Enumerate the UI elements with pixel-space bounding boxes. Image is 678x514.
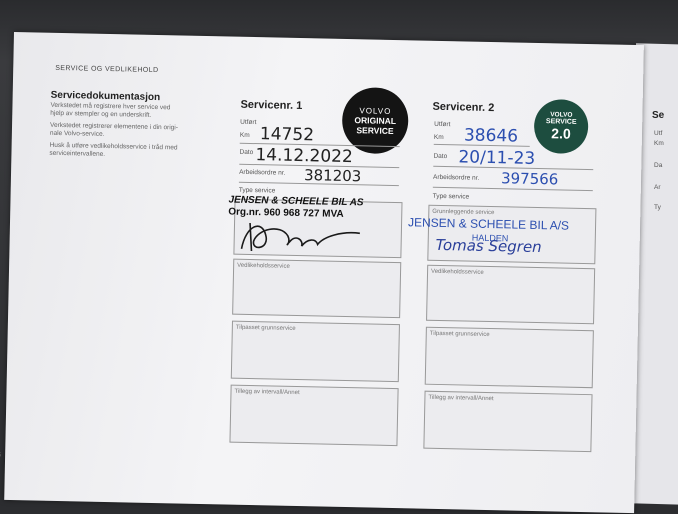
intro-line-2: hjelp av stempler og en underskrift. xyxy=(50,109,152,119)
service1-km-label: Km xyxy=(239,131,250,139)
service3-ar-fragment: Ar xyxy=(654,184,661,191)
service2-box3-label: Tilpasset grunnservice xyxy=(429,330,490,339)
service2-type-label: Type service xyxy=(432,192,470,201)
service3-ty-fragment: Ty xyxy=(654,204,661,211)
service1-utfort-label: Utført xyxy=(240,118,257,127)
service3-title-fragment: Se xyxy=(652,110,665,121)
service2-km-value: 38646 xyxy=(463,125,519,147)
service1-box2-label: Vedlikeholdsservice xyxy=(237,262,290,270)
service2-arbeidsordre-value: 397566 xyxy=(500,169,559,189)
service2-arbeidsordre-label: Arbeidsordre nr. xyxy=(432,173,480,182)
badge1-line3: SERVICE xyxy=(356,124,394,136)
intro-line-6: serviceintervallene. xyxy=(49,149,106,158)
service3-km-fragment: Km xyxy=(654,140,664,147)
service-book-page: SERVICE OG VEDLIKEHOLD Servicedokumentas… xyxy=(0,32,644,514)
section-header: SERVICE OG VEDLIKEHOLD xyxy=(55,64,159,75)
service1-km-value: 14752 xyxy=(259,124,315,146)
volvo-service-2-badge: VOLVO SERVICE 2.0 xyxy=(533,98,589,155)
page-number: 6 xyxy=(0,452,1,460)
service3-dato-fragment: Da xyxy=(654,162,663,169)
service2-title: Servicenr. 2 xyxy=(432,100,495,115)
service2-signature: Tomas Segren xyxy=(435,235,542,257)
service1-signature xyxy=(240,222,360,252)
service1-box3-label: Tilpasset grunnservice xyxy=(235,324,296,332)
service2-box2-label: Vedlikeholdsservice xyxy=(431,268,484,276)
service1-title: Servicenr. 1 xyxy=(240,98,303,113)
photo-scene: SERVICE OG VEDLIKEHOLD Servicedokumentas… xyxy=(0,0,678,514)
service1-arbeidsordre-label: Arbeidsordre nr. xyxy=(239,168,286,177)
service1-dato-label: Dato xyxy=(239,148,254,157)
service2-utfort-label: Utført xyxy=(434,120,451,129)
service2-dato-label: Dato xyxy=(433,152,448,161)
page-heading: Servicedokumentasjon xyxy=(50,89,161,104)
service1-type-label: Type service xyxy=(238,186,276,195)
service3-utfort-fragment: Utf xyxy=(654,130,663,137)
service2-km-label: Km xyxy=(433,133,444,142)
badge2-line3: 2.0 xyxy=(551,125,571,142)
intro-line-4: nale Volvo-service. xyxy=(49,129,105,138)
